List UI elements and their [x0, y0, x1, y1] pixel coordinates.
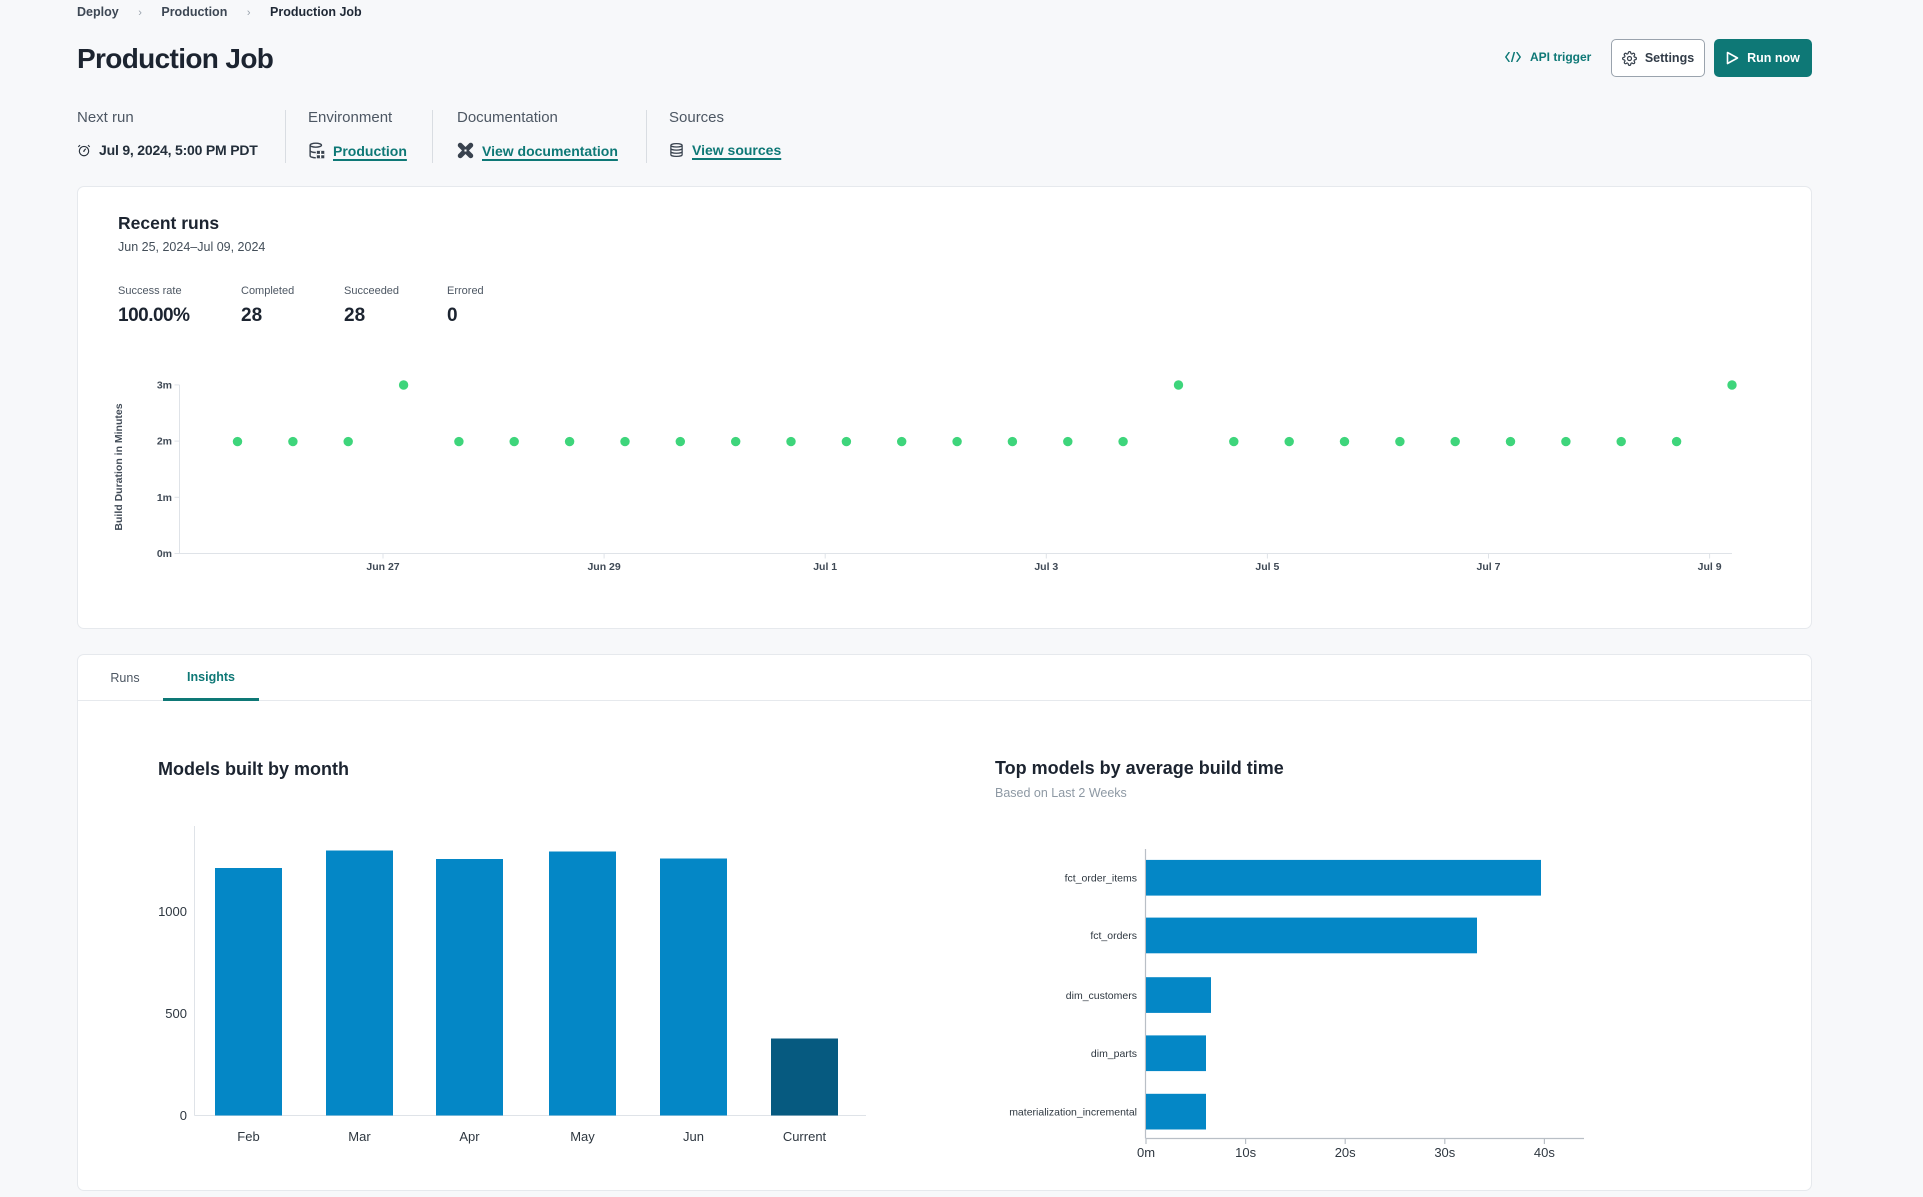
svg-text:0m: 0m: [157, 548, 172, 560]
svg-text:Jul 3: Jul 3: [1034, 561, 1058, 573]
svg-text:2m: 2m: [157, 436, 172, 448]
svg-text:1m: 1m: [157, 492, 172, 504]
svg-text:May: May: [570, 1129, 595, 1144]
svg-text:Apr: Apr: [459, 1129, 480, 1144]
svg-text:Mar: Mar: [348, 1129, 371, 1144]
svg-text:Jun: Jun: [683, 1129, 704, 1144]
svg-text:materialization_incremental: materialization_incremental: [1009, 1106, 1137, 1118]
svg-text:0m: 0m: [1137, 1145, 1155, 1160]
svg-text:3m: 3m: [157, 379, 172, 391]
svg-text:Jun 29: Jun 29: [587, 561, 620, 573]
svg-text:Jul 1: Jul 1: [813, 561, 837, 573]
svg-text:fct_order_items: fct_order_items: [1065, 873, 1137, 885]
svg-text:Feb: Feb: [237, 1129, 259, 1144]
svg-text:0: 0: [180, 1108, 187, 1123]
svg-text:10s: 10s: [1235, 1145, 1256, 1160]
svg-text:Build Duration in Minutes: Build Duration in Minutes: [113, 403, 125, 530]
svg-text:fct_orders: fct_orders: [1090, 930, 1137, 942]
svg-text:Current: Current: [783, 1129, 827, 1144]
svg-text:Jul 5: Jul 5: [1255, 561, 1279, 573]
svg-text:Jul 7: Jul 7: [1477, 561, 1501, 573]
svg-text:20s: 20s: [1335, 1145, 1356, 1160]
svg-text:Jun 27: Jun 27: [366, 561, 399, 573]
svg-text:1000: 1000: [158, 904, 187, 919]
svg-text:dim_parts: dim_parts: [1091, 1048, 1137, 1060]
svg-text:Jul 9: Jul 9: [1698, 561, 1722, 573]
svg-text:dim_customers: dim_customers: [1066, 990, 1137, 1002]
svg-text:40s: 40s: [1534, 1145, 1555, 1160]
svg-text:30s: 30s: [1434, 1145, 1455, 1160]
svg-text:500: 500: [165, 1006, 187, 1021]
